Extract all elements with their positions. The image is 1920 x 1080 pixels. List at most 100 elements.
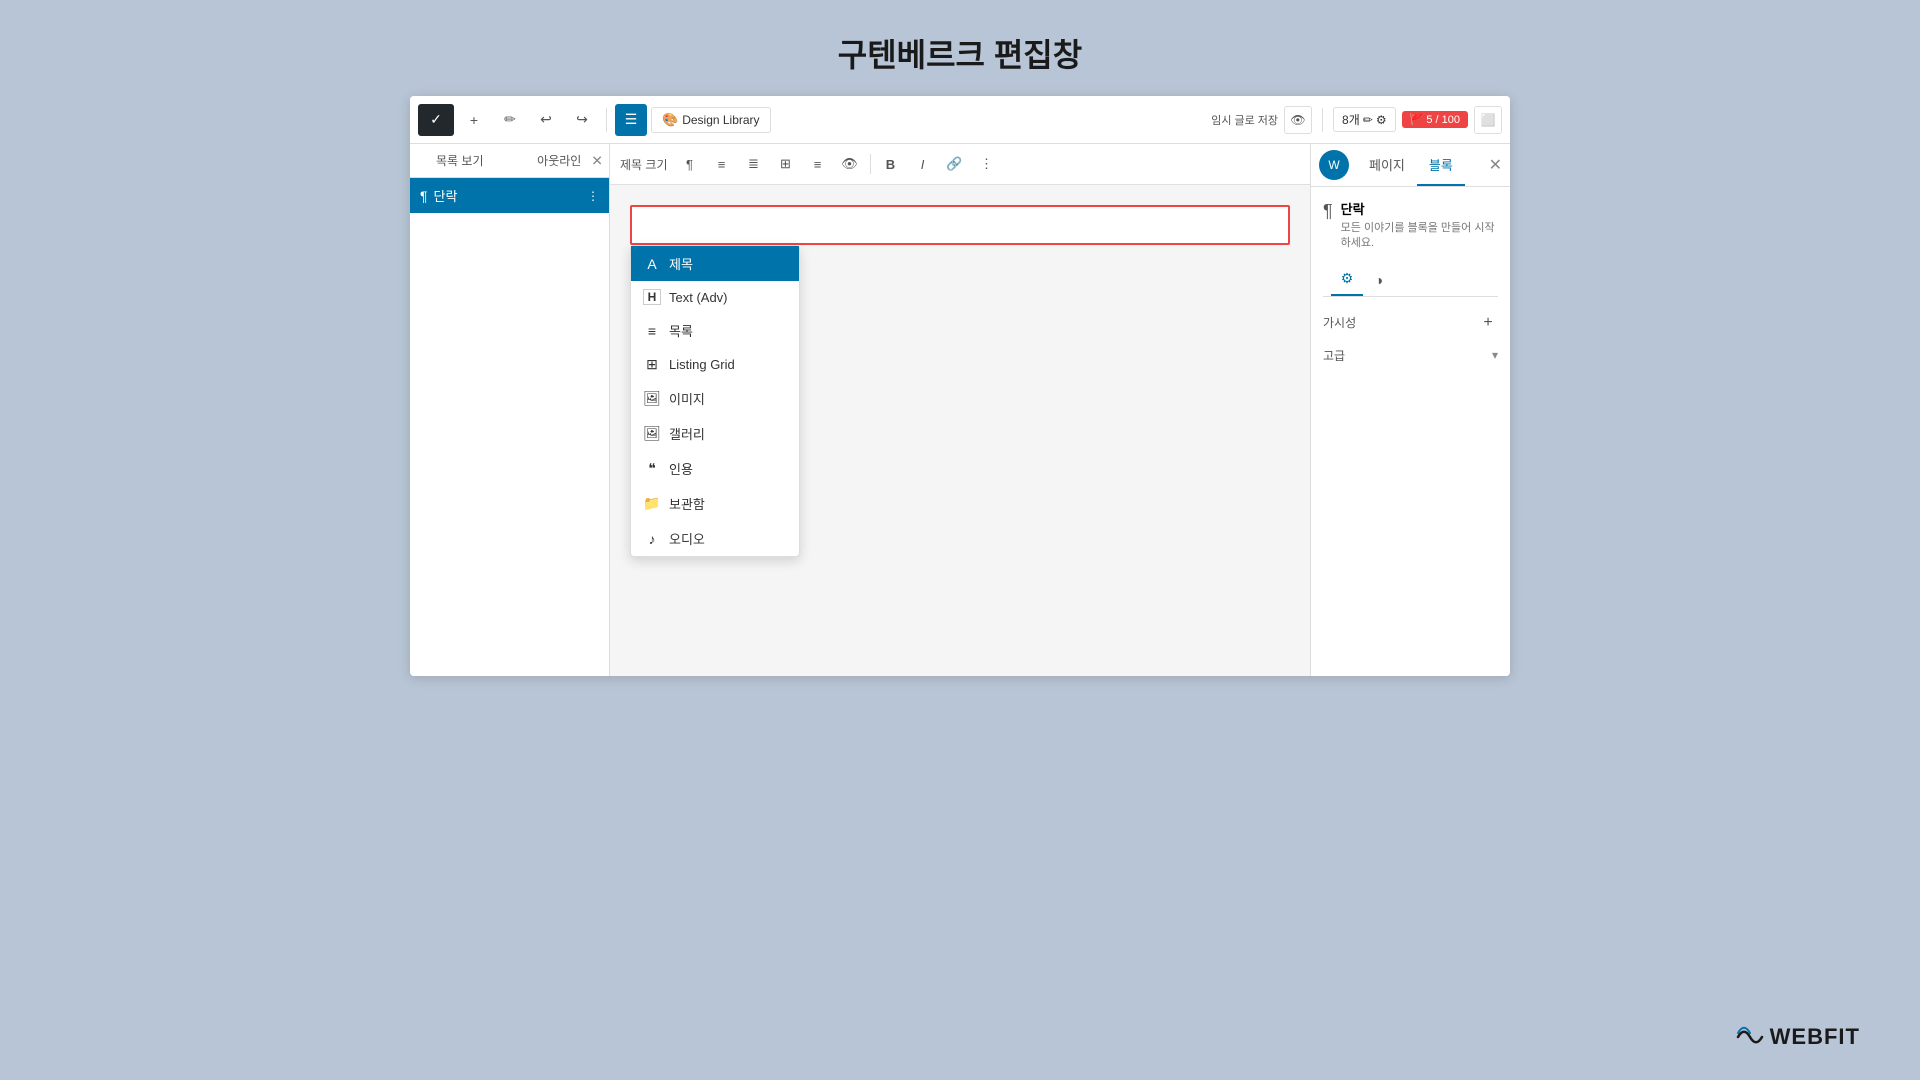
secondary-tab-style[interactable]: ◑ bbox=[1363, 264, 1395, 296]
tab-page[interactable]: 페이지 bbox=[1357, 145, 1417, 186]
gallery-icon: 🖼 bbox=[643, 425, 661, 442]
score-label: 🚩 5 / 100 bbox=[1410, 113, 1460, 126]
listing-grid-icon: ⊞ bbox=[643, 356, 661, 373]
right-panel-close-button[interactable]: ✕ bbox=[1489, 155, 1502, 175]
dropdown-item-listing-grid[interactable]: ⊞ Listing Grid bbox=[631, 348, 799, 381]
block-info-title: 단락 bbox=[1341, 199, 1498, 218]
dropdown-item-list-label: 목록 bbox=[669, 321, 693, 340]
block-info-description: 모든 이야기를 블록을 만들어 시작하세요. bbox=[1341, 221, 1498, 252]
bold-icon: B bbox=[886, 157, 895, 172]
gear-icon: ⚙ bbox=[1341, 270, 1354, 287]
main-layout: 목록 보기 아웃라인 ✕ ¶ 단락 ⋮ 제목 크기 ¶ ≡ bbox=[410, 144, 1510, 676]
table-icon: ⊞ bbox=[780, 156, 791, 172]
dropdown-item-quote-label: 인용 bbox=[669, 459, 693, 478]
quote-icon: ❝ bbox=[643, 460, 661, 477]
edit-button[interactable]: ✏ bbox=[494, 104, 526, 136]
more-btn[interactable]: ⋮ bbox=[973, 150, 1001, 178]
watermark: WEBFIT bbox=[1736, 1024, 1860, 1050]
add-block-button[interactable]: + bbox=[458, 104, 490, 136]
right-panel: W 페이지 블록 ✕ ¶ 단락 모든 이야기를 블록을 만들어 시작하세요. ⚙ bbox=[1310, 144, 1510, 676]
dropdown-item-archive[interactable]: 📁 보관함 bbox=[631, 486, 799, 521]
dropdown-item-audio-label: 오디오 bbox=[669, 529, 705, 548]
undo-icon: ↩ bbox=[540, 111, 552, 128]
dropdown-item-image[interactable]: 🖼 이미지 bbox=[631, 381, 799, 416]
toolbar-separator-2 bbox=[1322, 108, 1323, 132]
paragraph-sidebar-icon: ¶ bbox=[420, 188, 428, 204]
text-adv-icon: H bbox=[643, 289, 661, 305]
toolbar-right: 임시 글로 저장 👁 8개 ✏ ⚙ 🚩 5 / 100 ⬜ bbox=[1211, 106, 1502, 134]
webfit-brand-label: WEBFIT bbox=[1770, 1024, 1860, 1050]
redo-button[interactable]: ↪ bbox=[566, 104, 598, 136]
editor-container: ✓ + ✏ ↩ ↪ ☰ 🎨 Design Library 임시 글로 저장 👁 bbox=[410, 96, 1510, 676]
score-badge: 🚩 5 / 100 bbox=[1402, 111, 1468, 128]
block-toolbar: 제목 크기 ¶ ≡ ≣ ⊞ ≡ 👁 bbox=[610, 144, 1310, 185]
paragraph-icon: ¶ bbox=[686, 157, 693, 172]
toolbar-separator-1 bbox=[606, 108, 607, 132]
layout-icon: ☰ bbox=[625, 111, 638, 128]
tab-block[interactable]: 블록 bbox=[1417, 145, 1465, 186]
secondary-tab-settings[interactable]: ⚙ bbox=[1331, 264, 1363, 296]
revision-label: 8개 bbox=[1342, 111, 1360, 128]
dropdown-item-text-adv-label: Text (Adv) bbox=[669, 290, 728, 305]
fullscreen-button[interactable]: ⬜ bbox=[1474, 106, 1502, 134]
link-btn[interactable]: 🔗 bbox=[941, 150, 969, 178]
more-icon: ⋮ bbox=[980, 156, 993, 172]
advanced-chevron-button[interactable]: ▾ bbox=[1492, 348, 1498, 362]
layout-button[interactable]: ☰ bbox=[615, 104, 647, 136]
table-btn[interactable]: ⊞ bbox=[772, 150, 800, 178]
dropdown-item-text-adv[interactable]: H Text (Adv) bbox=[631, 281, 799, 313]
fullscreen-icon: ⬜ bbox=[1481, 113, 1496, 127]
eye-icon: 👁 bbox=[1290, 113, 1305, 127]
sidebar-item-label: 단락 bbox=[434, 186, 458, 205]
right-panel-header: W 페이지 블록 ✕ bbox=[1311, 144, 1510, 187]
audio-icon: ♪ bbox=[643, 531, 661, 547]
visibility-add-button[interactable]: + bbox=[1478, 313, 1498, 333]
preview-button[interactable]: 👁 bbox=[1284, 106, 1312, 134]
pencil-icon: ✏ bbox=[504, 111, 516, 128]
sidebar-item-paragraph[interactable]: ¶ 단락 ⋮ bbox=[410, 178, 609, 213]
sidebar-item-more-button[interactable]: ⋮ bbox=[587, 189, 599, 203]
heading-icon: A bbox=[643, 256, 661, 272]
page-title: 구텐베르크 편집창 bbox=[838, 30, 1082, 76]
dropdown-item-listing-grid-label: Listing Grid bbox=[669, 357, 735, 372]
align-left-btn[interactable]: ≡ bbox=[708, 150, 736, 178]
bold-btn[interactable]: B bbox=[877, 150, 905, 178]
redo-icon: ↪ bbox=[576, 111, 588, 128]
sidebar-close-button[interactable]: ✕ bbox=[591, 152, 603, 169]
align-center-icon: ≣ bbox=[748, 156, 759, 172]
revision-button[interactable]: 8개 ✏ ⚙ bbox=[1333, 107, 1396, 132]
align-left-icon: ≡ bbox=[718, 157, 726, 172]
content-area: 제목 크기 ¶ ≡ ≣ ⊞ ≡ 👁 bbox=[610, 144, 1310, 676]
italic-icon: I bbox=[921, 157, 925, 172]
archive-icon: 📁 bbox=[643, 495, 661, 512]
italic-btn[interactable]: I bbox=[909, 150, 937, 178]
tab-list-view[interactable]: 목록 보기 bbox=[410, 144, 510, 177]
hide-icon: 👁 bbox=[841, 156, 858, 172]
paragraph-icon-btn[interactable]: ¶ bbox=[676, 150, 704, 178]
dropdown-item-list[interactable]: ≡ 목록 bbox=[631, 313, 799, 348]
wp-panel-logo: W bbox=[1319, 150, 1349, 180]
align-center-btn[interactable]: ≣ bbox=[740, 150, 768, 178]
block-info: ¶ 단락 모든 이야기를 블록을 만들어 시작하세요. bbox=[1323, 199, 1498, 252]
hide-btn[interactable]: 👁 bbox=[836, 150, 864, 178]
list-btn[interactable]: ≡ bbox=[804, 150, 832, 178]
advanced-section: 고급 ▾ bbox=[1323, 341, 1498, 370]
sidebar-tabs: 목록 보기 아웃라인 ✕ bbox=[410, 144, 609, 178]
wp-logo-button[interactable]: ✓ bbox=[418, 104, 454, 136]
text-input[interactable] bbox=[630, 205, 1290, 245]
dropdown-item-gallery[interactable]: 🖼 갤러리 bbox=[631, 416, 799, 451]
block-type-label: 제목 크기 bbox=[620, 156, 668, 173]
dropdown-item-archive-label: 보관함 bbox=[669, 494, 705, 513]
design-library-button[interactable]: 🎨 Design Library bbox=[651, 107, 771, 133]
list-icon: ≡ bbox=[814, 157, 822, 172]
block-type-dropdown: A 제목 H Text (Adv) ≡ 목록 ⊞ Listing Grid bbox=[630, 245, 800, 557]
undo-button[interactable]: ↩ bbox=[530, 104, 562, 136]
block-info-paragraph-icon: ¶ bbox=[1323, 201, 1333, 222]
dropdown-item-quote[interactable]: ❝ 인용 bbox=[631, 451, 799, 486]
dropdown-item-audio[interactable]: ♪ 오디오 bbox=[631, 521, 799, 556]
half-circle-icon: ◑ bbox=[1375, 272, 1383, 288]
dropdown-item-image-label: 이미지 bbox=[669, 389, 705, 408]
save-draft-button[interactable]: 임시 글로 저장 bbox=[1211, 112, 1278, 128]
wp-logo-icon: ✓ bbox=[430, 111, 442, 128]
dropdown-item-heading[interactable]: A 제목 bbox=[631, 246, 799, 281]
